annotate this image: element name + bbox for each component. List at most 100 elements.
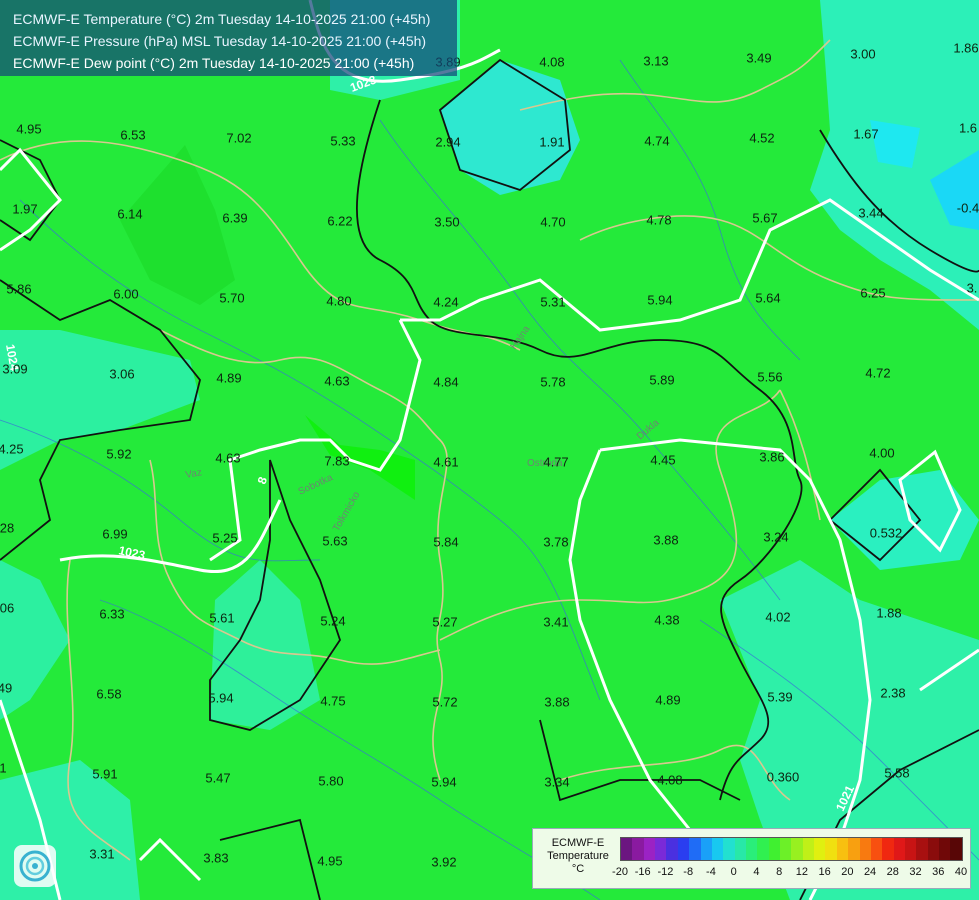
dewpoint-value: 6.39 <box>222 210 248 226</box>
legend-tick: 40 <box>954 866 968 878</box>
legend-tick: 36 <box>932 866 945 878</box>
colorbar-segment <box>689 838 701 860</box>
dewpoint-value: 3.41 <box>543 614 569 630</box>
dewpoint-value: 3. <box>966 280 978 296</box>
dewpoint-value: 4.00 <box>869 445 895 461</box>
legend-tick: -20 <box>612 866 628 878</box>
legend-tick: -12 <box>657 866 674 878</box>
legend-tick: 28 <box>886 866 899 878</box>
dewpoint-value: 4.24 <box>433 294 459 310</box>
dewpoint-value: 4.63 <box>324 373 350 389</box>
dewpoint-value: 3.34 <box>544 774 570 790</box>
legend-tick: 12 <box>795 866 808 878</box>
dewpoint-value: 3.31 <box>89 846 115 862</box>
dewpoint-value: 5.25 <box>212 530 238 546</box>
dewpoint-value: 5.94 <box>647 292 673 308</box>
dewpoint-value: 7.02 <box>226 130 252 146</box>
dewpoint-value: 1 <box>0 760 7 776</box>
dewpoint-value: 3.92 <box>431 854 457 870</box>
colorbar-segment <box>621 838 633 860</box>
colorbar-segment <box>904 838 917 860</box>
dewpoint-value: 3.49 <box>746 50 772 66</box>
legend-title-line: Temperature <box>547 850 609 862</box>
legend-colorbar <box>620 837 963 861</box>
dewpoint-value: 4.63 <box>215 450 241 466</box>
dewpoint-value: 6.25 <box>860 285 886 301</box>
dewpoint-value: 5.56 <box>757 369 783 385</box>
dewpoint-value: 4.95 <box>16 121 42 137</box>
colorbar-segment <box>836 838 849 860</box>
dewpoint-value: 3.78 <box>543 534 569 550</box>
map-canvas: 1023 1023 1024 1021 8 Vaz Sobotka Tolkmi… <box>0 0 979 900</box>
dewpoint-value: 3.50 <box>434 214 460 230</box>
legend-tick: -8 <box>683 866 694 878</box>
dewpoint-value: 4.95 <box>317 853 343 869</box>
dewpoint-value: 1.88 <box>876 605 902 621</box>
dewpoint-value: 6.33 <box>99 606 125 622</box>
title-panel: ECMWF-E Temperature (°C) 2m Tuesday 14-1… <box>0 0 457 76</box>
dewpoint-value: 5.64 <box>755 290 781 306</box>
colorbar-segment <box>700 838 712 860</box>
colorbar-segment <box>927 838 940 860</box>
legend-tick: -16 <box>634 866 651 878</box>
dewpoint-value: 5.47 <box>205 770 231 786</box>
dewpoint-value: 3.09 <box>2 361 28 377</box>
legend-tick: 32 <box>909 866 922 878</box>
dewpoint-value: 5.80 <box>318 773 344 789</box>
dewpoint-value: 4.77 <box>543 454 569 470</box>
legend-ticks: -20 -16 -12 -8 -4 0 4 8 12 16 20 24 28 32 36 40 <box>612 866 967 880</box>
dewpoint-value: 4.84 <box>433 374 459 390</box>
dewpoint-value: 3.88 <box>653 532 679 548</box>
dewpoint-value: 5.33 <box>330 133 356 149</box>
dewpoint-value: 0.360 <box>766 769 800 785</box>
dewpoint-value: 5.78 <box>540 374 566 390</box>
dewpoint-value: 4.75 <box>320 693 346 709</box>
colorbar-segment <box>882 838 894 860</box>
dewpoint-value: 4.70 <box>540 214 566 230</box>
dewpoint-value: 4.78 <box>646 212 672 228</box>
legend-tick: 8 <box>776 866 783 878</box>
dewpoint-value: 5.89 <box>649 372 675 388</box>
colorbar-segment <box>734 838 746 860</box>
dewpoint-value: 7.83 <box>324 453 350 469</box>
colorbar-segment <box>643 838 656 860</box>
dewpoint-value: 5.58 <box>884 765 910 781</box>
dewpoint-value: 0.532 <box>869 525 903 541</box>
colorbar-segment <box>768 838 781 860</box>
title-pressure: ECMWF-E Pressure (hPa) MSL Tuesday 14-10… <box>13 33 427 49</box>
dewpoint-value: 4.61 <box>433 454 459 470</box>
forecast-map: 1023 1023 1024 1021 8 Vaz Sobotka Tolkmi… <box>0 0 979 900</box>
dewpoint-value: 6.14 <box>117 206 143 222</box>
colorbar-segment <box>791 838 803 860</box>
logo-icon <box>14 845 56 887</box>
colorbar-segment <box>870 838 883 860</box>
colorbar-segment <box>848 838 860 860</box>
dewpoint-value: 5.72 <box>432 694 458 710</box>
legend-tick: 16 <box>818 866 831 878</box>
dewpoint-value: 4.02 <box>765 609 791 625</box>
dewpoint-value: 6.22 <box>327 213 353 229</box>
colorbar-segment <box>780 838 792 860</box>
legend-title: ECMWF-E Temperature °C <box>537 837 619 876</box>
dewpoint-value: 28 <box>0 520 15 536</box>
dewpoint-value: 5.31 <box>540 294 566 310</box>
dewpoint-value: 2.94 <box>435 134 461 150</box>
legend-tick: 0 <box>730 866 737 878</box>
dewpoint-value: 5.61 <box>209 610 235 626</box>
colorbar-segment <box>666 838 678 860</box>
dewpoint-value: 2.38 <box>880 685 906 701</box>
dewpoint-value: 5.27 <box>432 614 458 630</box>
dewpoint-value: 4.38 <box>654 612 680 628</box>
colorbar-segment <box>745 838 758 860</box>
dewpoint-value: 4.25 <box>0 441 24 457</box>
dewpoint-value: 3.00 <box>850 46 876 62</box>
dewpoint-value: 6.58 <box>96 686 122 702</box>
legend-tick: 20 <box>841 866 854 878</box>
dewpoint-value: 5.94 <box>431 774 457 790</box>
dewpoint-value: 1.97 <box>12 201 38 217</box>
dewpoint-value: 3.44 <box>858 205 884 221</box>
swirl-icon <box>19 850 51 882</box>
legend-tick: 4 <box>753 866 760 878</box>
colorbar-segment <box>802 838 815 860</box>
dewpoint-value: 1.6 <box>958 120 978 136</box>
